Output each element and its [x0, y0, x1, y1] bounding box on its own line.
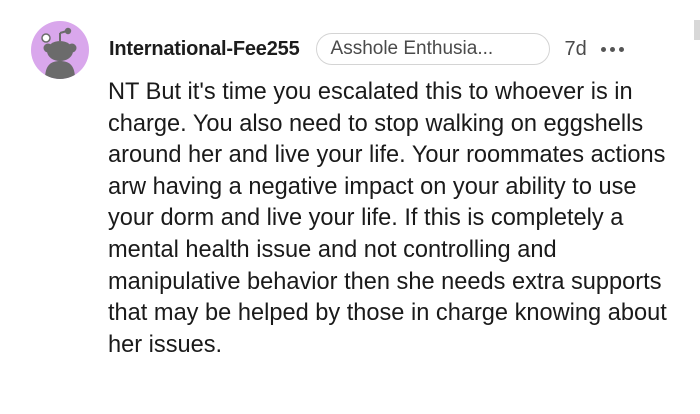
avatar[interactable] — [31, 21, 89, 79]
dot — [600, 46, 606, 52]
comment: International-Fee255 Asshole Enthusia...… — [0, 0, 700, 414]
comment-body: NT But it's time you escalated this to w… — [108, 79, 667, 358]
username[interactable]: International-Fee255 — [109, 38, 300, 61]
user-flair: Asshole Enthusia... — [315, 33, 550, 65]
snoo-avatar-icon — [41, 27, 77, 79]
scrollbar[interactable] — [694, 20, 700, 40]
dot — [609, 46, 615, 52]
comment-header: International-Fee255 Asshole Enthusia...… — [109, 31, 624, 67]
more-options-icon[interactable] — [600, 46, 624, 52]
timestamp: 7d — [564, 37, 587, 60]
dot — [618, 46, 624, 52]
